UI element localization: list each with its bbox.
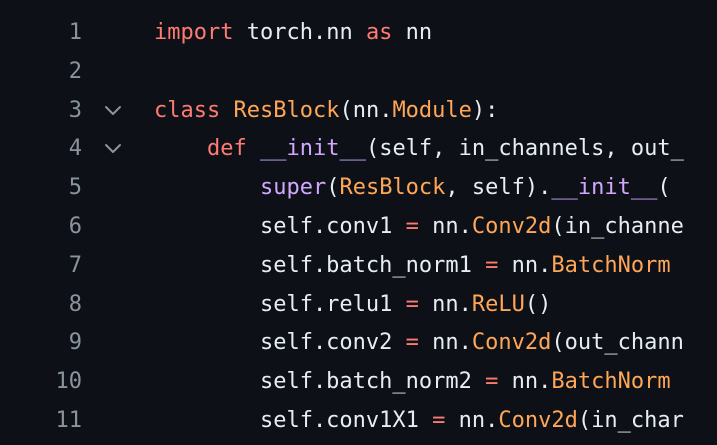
line-number: 8 [68, 291, 82, 317]
code-token: nn. [498, 369, 552, 395]
code-line[interactable]: 5 super(ResBlock, self).__init__( [0, 169, 717, 207]
code-editor[interactable]: 1 import torch.nn as nn 2 3 class ResBlock(n… [0, 0, 717, 445]
code-token: ( [657, 175, 671, 201]
code-token: = [432, 408, 446, 433]
code-line[interactable]: 10 self.batch_norm2 = nn.BatchNorm [0, 363, 717, 401]
code-token: ): [471, 97, 499, 123]
code-token: ResBlock [339, 175, 446, 201]
code-line[interactable]: 4 def __init__(self, in_channels, out_ [0, 130, 717, 168]
line-number: 1 [68, 20, 82, 45]
code-token: ReLU [471, 291, 525, 317]
code-token: = [405, 214, 419, 239]
code-token: nn. [445, 408, 499, 433]
code-token: Module [392, 97, 472, 123]
code-token: = [485, 252, 499, 278]
code-text: self.conv2 = nn.Conv2d(out_chann [154, 324, 684, 362]
code-token: nn. [418, 291, 472, 317]
code-token: Conv2d [498, 408, 578, 433]
line-number: 2 [68, 58, 82, 84]
code-token: self.batch_norm1 [154, 252, 486, 278]
code-token: BatchNorm [551, 252, 671, 278]
code-token: , self). [445, 175, 552, 201]
code-token: () [524, 291, 552, 317]
code-line[interactable]: 1 import torch.nn as nn [0, 14, 717, 52]
line-number: 10 [55, 369, 83, 395]
code-text: self.conv1 = nn.Conv2d(in_channe [154, 208, 684, 246]
code-token: import [154, 20, 234, 45]
code-token: (self, in_channels, out_ [365, 136, 684, 162]
code-token: self.batch_norm2 [154, 369, 486, 395]
line-number: 5 [68, 175, 82, 201]
code-token: self.conv1X1 [154, 408, 433, 433]
code-token: nn. [418, 214, 472, 239]
line-number: 9 [68, 330, 82, 356]
line-number: 6 [68, 214, 82, 239]
code-token: = [485, 369, 499, 395]
code-token: __init__ [551, 175, 658, 201]
chevron-down-icon[interactable] [104, 102, 122, 120]
code-token: __init__ [259, 136, 366, 162]
line-number: 7 [68, 252, 82, 278]
code-token: (in_channe [551, 214, 684, 239]
line-number: 11 [55, 408, 83, 433]
code-token: Conv2d [471, 214, 552, 239]
code-token: self.conv2 [154, 330, 406, 356]
code-token: = [405, 330, 419, 356]
code-text: self.conv1X1 = nn.Conv2d(in_char [154, 402, 684, 440]
code-token: = [405, 291, 419, 317]
code-token: (nn. [339, 97, 393, 123]
code-line[interactable]: 6 self.conv1 = nn.Conv2d(in_channe [0, 208, 717, 246]
code-line[interactable]: 9 self.conv2 = nn.Conv2d(out_chann [0, 324, 717, 362]
code-line[interactable]: 7 self.batch_norm1 = nn.BatchNorm [0, 247, 717, 285]
code-token: self.relu1 [154, 291, 406, 317]
code-text: import torch.nn as nn [154, 14, 432, 52]
code-token: def [206, 136, 247, 162]
code-text: def __init__(self, in_channels, out_ [154, 130, 684, 168]
code-token: (in_char [577, 408, 684, 433]
code-token: nn [392, 20, 433, 45]
code-token: Conv2d [471, 330, 552, 356]
line-number: 4 [68, 136, 82, 162]
code-text: class ResBlock(nn.Module): [154, 92, 498, 130]
code-text: self.batch_norm2 = nn.BatchNorm [154, 363, 671, 401]
code-text: self.relu1 = nn.ReLU() [154, 286, 551, 324]
code-token: ( [326, 175, 340, 201]
code-token: ResBlock [233, 97, 340, 123]
code-token: torch.nn [233, 20, 366, 45]
code-token: nn. [418, 330, 472, 356]
code-line[interactable]: 2 [0, 53, 717, 91]
code-text: super(ResBlock, self).__init__( [154, 169, 671, 207]
code-token: super [259, 175, 327, 201]
code-token: (out_chann [551, 330, 684, 356]
chevron-down-icon[interactable] [104, 140, 122, 158]
line-number: 3 [68, 97, 82, 123]
code-token: as [365, 20, 393, 45]
code-token: class [154, 97, 221, 123]
code-line[interactable]: 3 class ResBlock(nn.Module): [0, 92, 717, 130]
code-line[interactable]: 8 self.relu1 = nn.ReLU() [0, 286, 717, 324]
code-token: self.conv1 [154, 214, 406, 239]
code-token: nn. [498, 252, 552, 278]
code-text: self.batch_norm1 = nn.BatchNorm [154, 247, 671, 285]
code-line[interactable]: 11 self.conv1X1 = nn.Conv2d(in_char [0, 402, 717, 440]
code-token: BatchNorm [551, 369, 671, 395]
